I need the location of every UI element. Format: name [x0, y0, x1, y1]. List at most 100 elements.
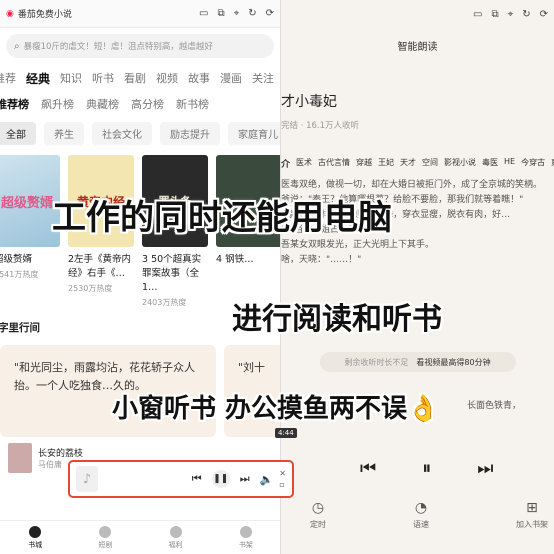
window-title: 番茄免费小说 — [17, 10, 72, 20]
window-controls: ▭ ⧉ ⌖ ↻ ⟳ — [473, 9, 548, 20]
mini-window-controls: ✕ ▫ — [279, 468, 286, 490]
nav-bookshelf[interactable]: 书架 — [239, 525, 253, 550]
tab-follow[interactable]: 关注 — [252, 70, 274, 87]
reader-toolbar: ◷ 定时 ◔ 语速 ⊞ 加入书架 — [310, 500, 554, 530]
mini-player[interactable]: ♪ ⏮ ❚❚ ⏭ 🔈 ✕ ▫ — [68, 460, 294, 498]
tab-recommend-rank[interactable]: 推荐榜 — [0, 96, 29, 112]
rotate-icon[interactable]: ↻ — [248, 8, 256, 19]
caption-line-3: 小窗听书 办公摸鱼两不误👌 — [112, 394, 440, 424]
speed-button[interactable]: ◔ 语速 — [413, 500, 429, 530]
time-badge: 4:44 — [275, 428, 297, 438]
bottom-nav: 书城 短剧 福利 书架 — [0, 520, 280, 554]
pin-icon[interactable]: ⌖ — [508, 9, 514, 20]
chip-parenting[interactable]: 家庭育儿 — [228, 122, 280, 145]
mini-player-controls: ⏮ ❚❚ ⏭ 🔈 — [192, 470, 274, 488]
tag[interactable]: 天才 — [400, 157, 416, 170]
speed-icon: ◔ — [414, 500, 428, 516]
clock-icon: ◷ — [311, 500, 325, 516]
bookshelf-icon — [239, 525, 252, 538]
tab-classic[interactable]: 经典 — [26, 70, 50, 87]
tag[interactable]: 影视小说 — [444, 157, 476, 170]
restore-icon[interactable]: ⧉ — [491, 9, 498, 20]
nav-bookstore[interactable]: 书城 — [28, 525, 42, 550]
listen-time-bar[interactable]: 剩余收听时长不足 看视频最高得80分钟 — [319, 352, 516, 372]
rotate-icon[interactable]: ↻ — [522, 9, 530, 20]
music-note-icon: ♪ — [76, 466, 98, 492]
chip-culture[interactable]: 社会文化 — [92, 122, 152, 145]
next-icon[interactable]: ⏭ — [477, 458, 493, 479]
tab-drama[interactable]: 看剧 — [124, 70, 146, 87]
expand-icon[interactable]: ▫ — [279, 479, 286, 490]
tag[interactable]: 毒医 — [482, 157, 498, 170]
book-title: 超级赘婿 — [0, 254, 33, 265]
volume-icon[interactable]: 🔈 — [260, 473, 274, 486]
book-title: 4 钢铁… — [216, 254, 254, 265]
filter-chips: 全部 养生 社会文化 励志提升 家庭育儿 — [0, 112, 280, 145]
minimize-icon[interactable]: ▭ — [199, 8, 208, 19]
tab-listen[interactable]: 听书 — [92, 70, 114, 87]
tab-recommend[interactable]: 推荐 — [0, 70, 16, 87]
pin-icon[interactable]: ⌖ — [234, 8, 240, 19]
search-placeholder: 暴瘦10斤的虐文！短！虐！沮点特别高，越虐越好 — [23, 42, 213, 52]
category-tabs: 推荐 经典 知识 听书 看剧 视频 故事 漫画 关注 — [0, 64, 280, 87]
bookstore-icon — [29, 525, 42, 538]
book-title: 3 50个超真实罪案故事（全1… — [142, 254, 202, 293]
book-card[interactable]: 超级赘婿 超级赘婿 2541万热度 — [0, 155, 60, 308]
chip-inspire[interactable]: 励志提升 — [160, 122, 220, 145]
nav-shortdrama[interactable]: 短剧 — [98, 525, 112, 550]
caption-line-2: 进行阅读和听书 — [232, 302, 442, 337]
pause-icon[interactable]: ⏸ — [422, 458, 431, 479]
tag[interactable]: 今穿古 — [521, 157, 545, 170]
book-heat: 2530万热度 — [68, 284, 113, 293]
next-icon[interactable]: ⏭ — [240, 472, 250, 486]
tag-label: 介 — [281, 160, 291, 170]
time-hint: 剩余收听时长不足 — [344, 357, 409, 367]
tag[interactable]: 穿越 — [356, 157, 372, 170]
watch-video-button[interactable]: 看视频最高得80分钟 — [416, 357, 490, 368]
search-bar[interactable]: ⌕ 暴瘦10斤的虐文！短！虐！沮点特别高，越虐越好 — [6, 34, 274, 58]
previous-icon[interactable]: ⏮ — [192, 472, 202, 486]
gift-icon — [169, 525, 182, 538]
chip-all[interactable]: 全部 — [0, 122, 36, 145]
restore-icon[interactable]: ⧉ — [217, 8, 224, 19]
tag[interactable]: 空间 — [422, 157, 438, 170]
refresh-icon[interactable]: ⟳ — [266, 8, 274, 19]
caption-line-1: 工作的同时还能用电脑 — [52, 198, 392, 238]
title-bar: ◉ 番茄免费小说 ▭ ⧉ ⌖ ↻ ⟳ — [0, 0, 280, 28]
tag-list: 介 医术 古代言情 穿越 王妃 天才 空间 影视小说 毒医 HE 今穿古 爽 — [281, 131, 554, 170]
tag[interactable]: 医术 — [296, 157, 312, 170]
tab-video[interactable]: 视频 — [156, 70, 178, 87]
title-bar: ▭ ⧉ ⌖ ↻ ⟳ — [281, 0, 554, 28]
book-heat: 2541万热度 — [0, 270, 39, 279]
player-controls: ⏮ ⏸ ⏭ — [360, 458, 493, 479]
source-book-cover — [8, 443, 32, 473]
tab-new-rank[interactable]: 新书榜 — [176, 96, 209, 112]
minimize-icon[interactable]: ▭ — [473, 9, 482, 20]
tag[interactable]: 古代言情 — [318, 157, 350, 170]
page-title: 智能朗读 — [397, 42, 438, 53]
nav-welfare[interactable]: 福利 — [169, 525, 183, 550]
timer-button[interactable]: ◷ 定时 — [310, 500, 326, 530]
add-shelf-icon: ⊞ — [526, 500, 538, 516]
tab-score-rank[interactable]: 高分榜 — [131, 96, 164, 112]
chip-health[interactable]: 养生 — [44, 122, 84, 145]
tab-knowledge[interactable]: 知识 — [60, 70, 82, 87]
book-title: 2左手《黄帝内经》右手《… — [68, 254, 132, 279]
pause-button[interactable]: ❚❚ — [211, 470, 230, 488]
tab-story[interactable]: 故事 — [188, 70, 210, 87]
close-icon[interactable]: ✕ — [279, 468, 286, 479]
tab-comic[interactable]: 漫画 — [220, 70, 242, 87]
play-icon — [99, 525, 112, 538]
ranking-tabs: 推荐榜 飙升榜 典藏榜 高分榜 新书榜 — [0, 87, 280, 112]
book-title: 才小毒妃 — [281, 94, 337, 110]
tag[interactable]: 王妃 — [378, 157, 394, 170]
refresh-icon[interactable]: ⟳ — [540, 9, 548, 20]
tab-classic-rank[interactable]: 典藏榜 — [86, 96, 119, 112]
previous-icon[interactable]: ⏮ — [360, 458, 376, 479]
tag[interactable]: HE — [504, 157, 515, 170]
book-meta: 完结 · 16.1万人收听 — [281, 121, 360, 131]
window-controls: ▭ ⧉ ⌖ ↻ ⟳ — [199, 8, 274, 19]
source-book-title: 长安的荔枝 — [38, 449, 84, 459]
add-to-shelf-button[interactable]: ⊞ 加入书架 — [516, 500, 548, 530]
tab-rising-rank[interactable]: 飙升榜 — [41, 96, 74, 112]
